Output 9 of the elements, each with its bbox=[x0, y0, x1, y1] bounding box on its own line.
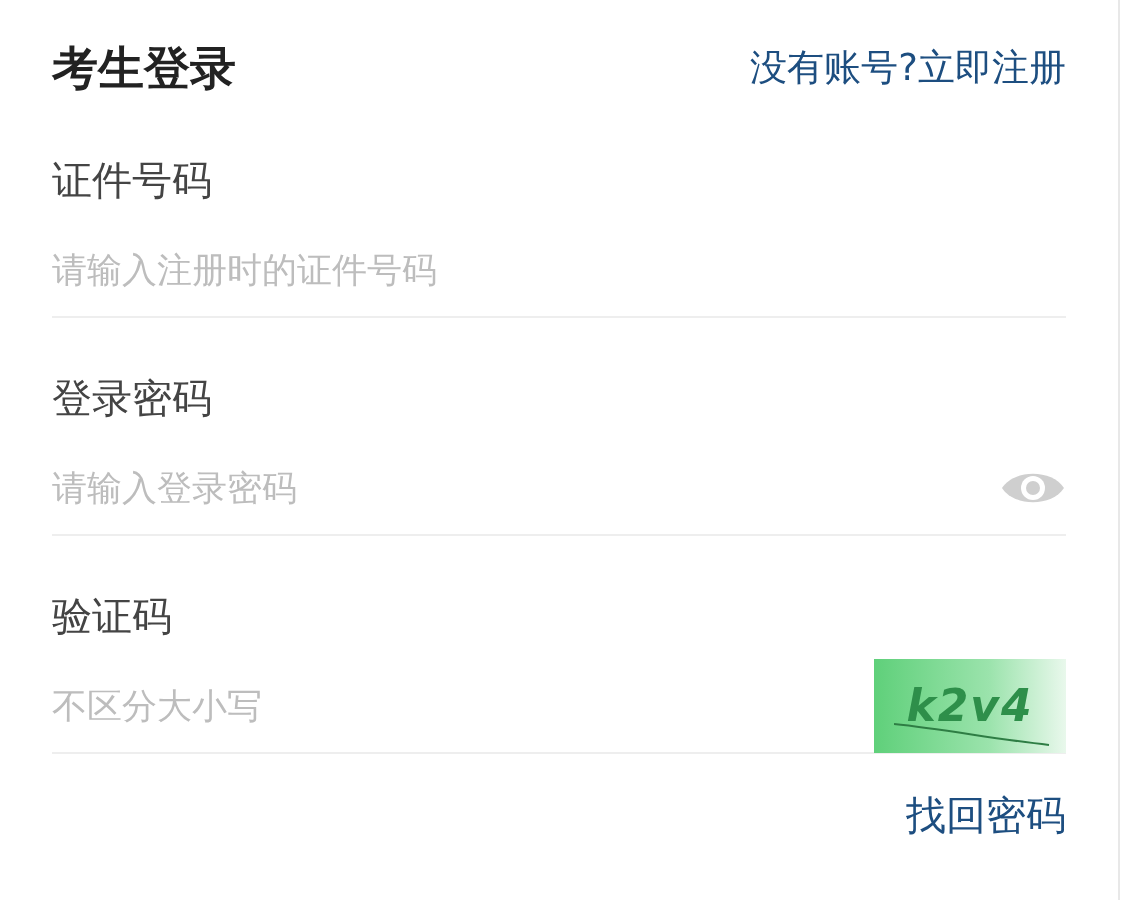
input-field[interactable]: 请输入登录密码 bbox=[52, 461, 984, 515]
field-label: 证件号码 bbox=[52, 156, 212, 205]
forgot-password-link[interactable]: 找回密码 bbox=[906, 785, 1066, 845]
input-field[interactable]: 不区分大小写 bbox=[52, 679, 858, 733]
register-link[interactable]: 没有账号?立即注册 bbox=[750, 40, 1066, 96]
field-label: 登录密码 bbox=[52, 374, 212, 423]
page-title: 考生登录 bbox=[52, 39, 236, 97]
field-label: 验证码 bbox=[52, 592, 172, 641]
input-field[interactable]: 请输入注册时的证件号码 bbox=[52, 243, 1066, 297]
